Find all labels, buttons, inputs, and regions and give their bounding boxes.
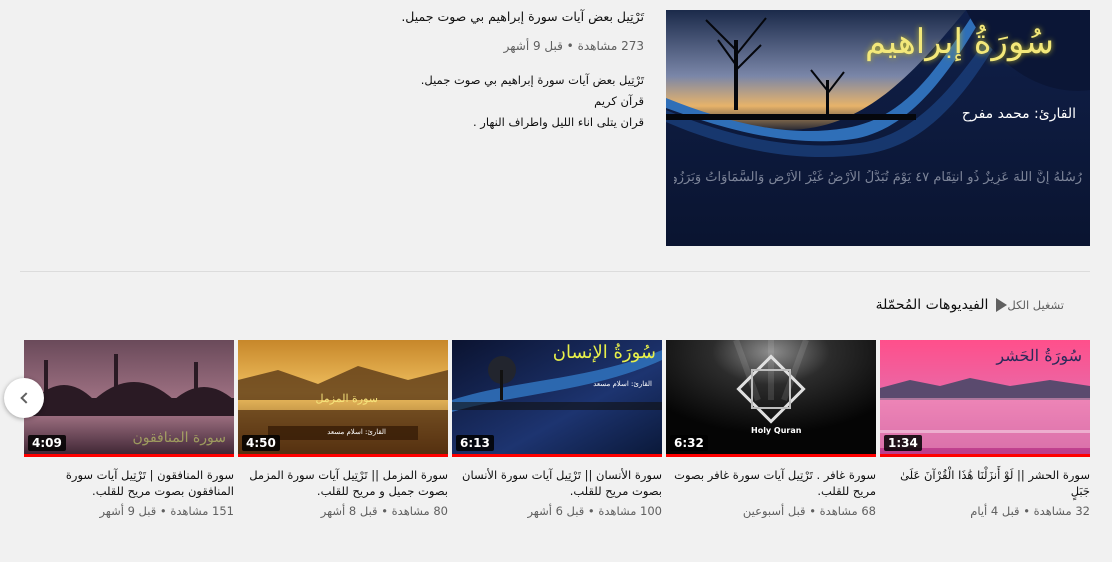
thumbnail-title: Holy Quran [751, 426, 802, 435]
video-duration: 4:50 [242, 435, 280, 451]
play-icon [996, 298, 1008, 312]
thumbnail-title: سُورَةُ الإنسان [552, 342, 656, 363]
video-title[interactable]: سورة المنافقون | تَرْتِيل آيات سورة المن… [24, 467, 234, 499]
watched-progress-bar [24, 454, 234, 457]
video-meta: 151 مشاهدة • قبل 9 أشهر [99, 504, 234, 518]
video-card[interactable]: سُورَةُ الإنسان القارئ: اسلام مسعد 6:13 … [452, 340, 662, 518]
play-all-button[interactable]: تشغيل الكل [988, 298, 1064, 312]
featured-description-line: قرآن كريم [594, 94, 644, 108]
featured-description-line: تَرْتِيل بعض آيات سورة إبراهيم بي صوت جم… [420, 73, 644, 87]
thumbnail-title: سورة المنافقون [132, 430, 226, 446]
video-title[interactable]: سورة غافر . تَرْتِيل آيات سورة غافر بصوت… [666, 467, 876, 499]
watched-progress-bar [452, 454, 662, 457]
video-card[interactable]: سورة المنافقون 4:09 سورة المنافقون | تَر… [24, 340, 234, 518]
video-thumbnail[interactable]: سورة المنافقون 4:09 [24, 340, 234, 457]
video-card[interactable]: Holy Quran 6:32 سورة غافر . تَرْتِيل آيا… [666, 340, 876, 518]
featured-title[interactable]: تَرْتِيل بعض آيات سورة إبراهيم بي صوت جم… [224, 8, 644, 26]
featured-video: سُورَةُ إبراهيم القارئ: محمد مفرح رُسُلَ… [0, 0, 1112, 262]
featured-thumbnail-verse: رُسُلَهُ إِنَّ اللَّهَ عَزِيزٌ ذُو انتِق… [674, 170, 1082, 185]
video-meta: 68 مشاهدة • قبل أسبوعين [742, 504, 876, 518]
featured-meta: 273 مشاهدة • قبل 9 أشهر [503, 39, 644, 53]
video-meta: 80 مشاهدة • قبل 8 أشهر [320, 504, 448, 518]
chevron-left-icon [19, 392, 32, 404]
play-all-label: تشغيل الكل [1007, 298, 1064, 312]
thumbnail-reader: القارئ: اسلام مسعد [593, 380, 652, 388]
section-divider [20, 271, 1090, 272]
shelf-header: الفيديوهات المُحمّلة تشغيل الكل [876, 294, 1090, 316]
featured-thumbnail-reader: القارئ: محمد مفرح [961, 106, 1076, 122]
video-duration: 6:13 [456, 435, 494, 451]
watched-progress-bar [666, 454, 876, 457]
thumbnail-title: سُورَةُ الحَشر [996, 346, 1082, 365]
watched-progress-bar [880, 454, 1090, 457]
video-meta: 100 مشاهدة • قبل 6 أشهر [527, 504, 662, 518]
video-title[interactable]: سورة الحشر || لَوْ أَنزَلْنَا هَٰذَا الْ… [880, 467, 1090, 499]
video-title[interactable]: سورة الأنسان || تَرْتِيل آيات سورة الأنس… [452, 467, 662, 499]
video-duration: 4:09 [28, 435, 66, 451]
video-shelf: سُورَةُ الحَشر 1:34 سورة الحشر || لَوْ أ… [24, 340, 1090, 540]
featured-info: تَرْتِيل بعض آيات سورة إبراهيم بي صوت جم… [224, 8, 644, 133]
video-card[interactable]: سُورَةُ الحَشر 1:34 سورة الحشر || لَوْ أ… [880, 340, 1090, 518]
thumbnail-title: سورة المزمل [315, 392, 378, 405]
video-title[interactable]: سورة المزمل || تَرْتِيل آيات سورة المزمل… [238, 467, 448, 499]
video-thumbnail[interactable]: سُورَةُ الحَشر 1:34 [880, 340, 1090, 457]
video-meta: 32 مشاهدة • قبل 4 أيام [970, 504, 1090, 518]
watched-progress-bar [238, 454, 448, 457]
featured-description: تَرْتِيل بعض آيات سورة إبراهيم بي صوت جم… [224, 70, 644, 133]
video-thumbnail[interactable]: سورة المزمل القارئ: اسلام مسعد 4:50 [238, 340, 448, 457]
thumbnail-reader: القارئ: اسلام مسعد [327, 428, 386, 436]
featured-description-line: قران يتلى اناء الليل واطراف النهار . [472, 115, 644, 129]
video-card[interactable]: سورة المزمل القارئ: اسلام مسعد 4:50 سورة… [238, 340, 448, 518]
shelf-prev-button[interactable] [4, 378, 44, 418]
shelf-title[interactable]: الفيديوهات المُحمّلة [876, 297, 989, 313]
featured-thumbnail[interactable]: سُورَةُ إبراهيم القارئ: محمد مفرح رُسُلَ… [666, 10, 1090, 246]
video-thumbnail[interactable]: سُورَةُ الإنسان القارئ: اسلام مسعد 6:13 [452, 340, 662, 457]
video-thumbnail[interactable]: Holy Quran 6:32 [666, 340, 876, 457]
video-duration: 1:34 [884, 435, 922, 451]
featured-thumbnail-title: سُورَةُ إبراهيم [864, 22, 1054, 62]
video-duration: 6:32 [670, 435, 708, 451]
